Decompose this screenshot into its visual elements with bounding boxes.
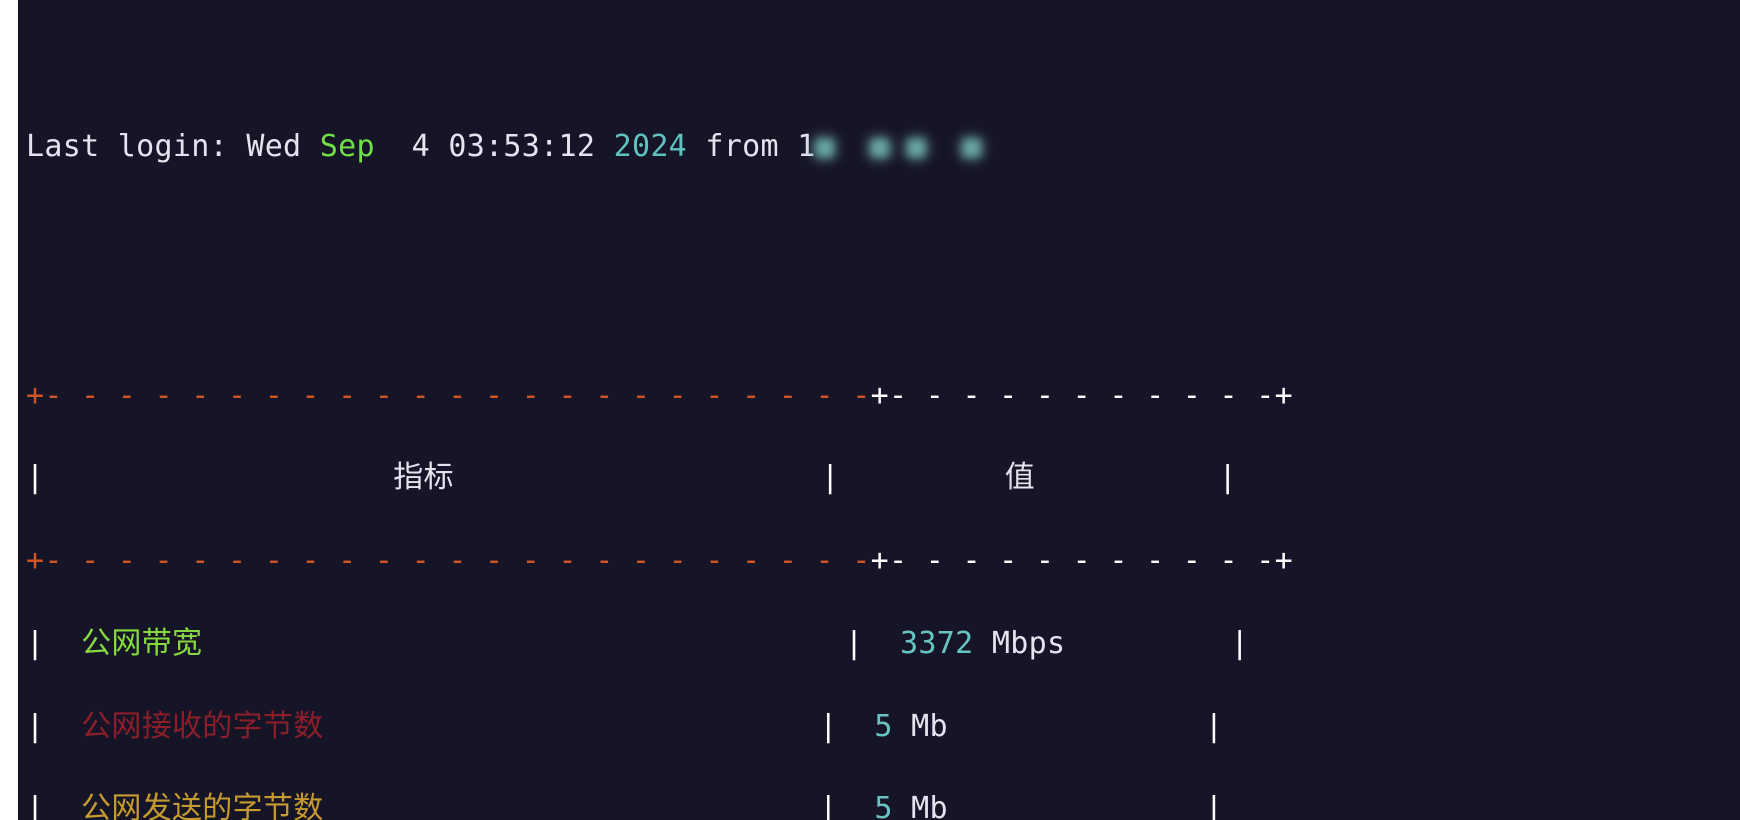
cell-pad: | (948, 791, 1223, 820)
table-pipe: | (26, 791, 81, 820)
login-year: 2024 (614, 129, 687, 164)
header-value: 值 (1005, 460, 1035, 495)
blank-line-1 (26, 209, 1732, 250)
table-border-segment: +- - - - - - - - - - - - - - - - - - - -… (26, 543, 871, 578)
metric-value: 3372 (900, 626, 973, 661)
login-ip-visible: 1 (797, 129, 815, 164)
table-row: | 公网带宽 | 3372 Mbps | (26, 623, 1732, 664)
metric-value: 5 (874, 791, 892, 820)
table-row: | 公网发送的字节数 | 5 Mb | (26, 788, 1732, 820)
window-left-edge (0, 0, 18, 820)
table-pipe: | (454, 460, 1005, 495)
cell-pad: | (324, 709, 875, 744)
table-pipe: | (26, 460, 393, 495)
login-datetime: 4 03:53:12 (375, 129, 614, 164)
metric-value: 5 (874, 709, 892, 744)
login-ip-redacted: ■ ■ ■ ■ (816, 129, 981, 164)
table-border-segment: +- - - - - - - - - - -+ (871, 543, 1293, 578)
table-border-segment: +- - - - - - - - - - -+ (871, 378, 1293, 413)
metric-label: 公网发送的字节数 (81, 791, 323, 820)
cell-pad: | (202, 626, 900, 661)
table-header-row: | 指标 | 值 | (26, 457, 1732, 498)
blank-line-2 (26, 292, 1732, 333)
terminal-area[interactable]: Last login: Wed Sep 4 03:53:12 2024 from… (18, 0, 1740, 820)
metric-label: 公网带宽 (81, 626, 202, 661)
metric-label: 公网接收的字节数 (81, 709, 323, 744)
cell-pad: | (324, 791, 875, 820)
cell-pad: | (948, 709, 1223, 744)
metric-unit: Mb (893, 709, 948, 744)
table-border-segment: +- - - - - - - - - - - - - - - - - - - -… (26, 378, 871, 413)
login-from: from (687, 129, 797, 164)
last-login-prefix: Last login: Wed (26, 129, 320, 164)
metric-unit: Mb (893, 791, 948, 820)
login-month: Sep (320, 129, 375, 164)
cell-pad: | (1065, 626, 1249, 661)
table-pipe: | (26, 709, 81, 744)
table-pipe: | (1035, 460, 1237, 495)
header-metric: 指标 (393, 460, 454, 495)
metric-unit: Mbps (974, 626, 1066, 661)
table-sep-border: +- - - - - - - - - - - - - - - - - - - -… (26, 540, 1732, 581)
last-login-line: Last login: Wed Sep 4 03:53:12 2024 from… (26, 126, 1732, 167)
table-row: | 公网接收的字节数 | 5 Mb | (26, 706, 1732, 747)
table-top-border: +- - - - - - - - - - - - - - - - - - - -… (26, 375, 1732, 416)
table-pipe: | (26, 626, 81, 661)
terminal-screenshot: Last login: Wed Sep 4 03:53:12 2024 from… (0, 0, 1740, 820)
